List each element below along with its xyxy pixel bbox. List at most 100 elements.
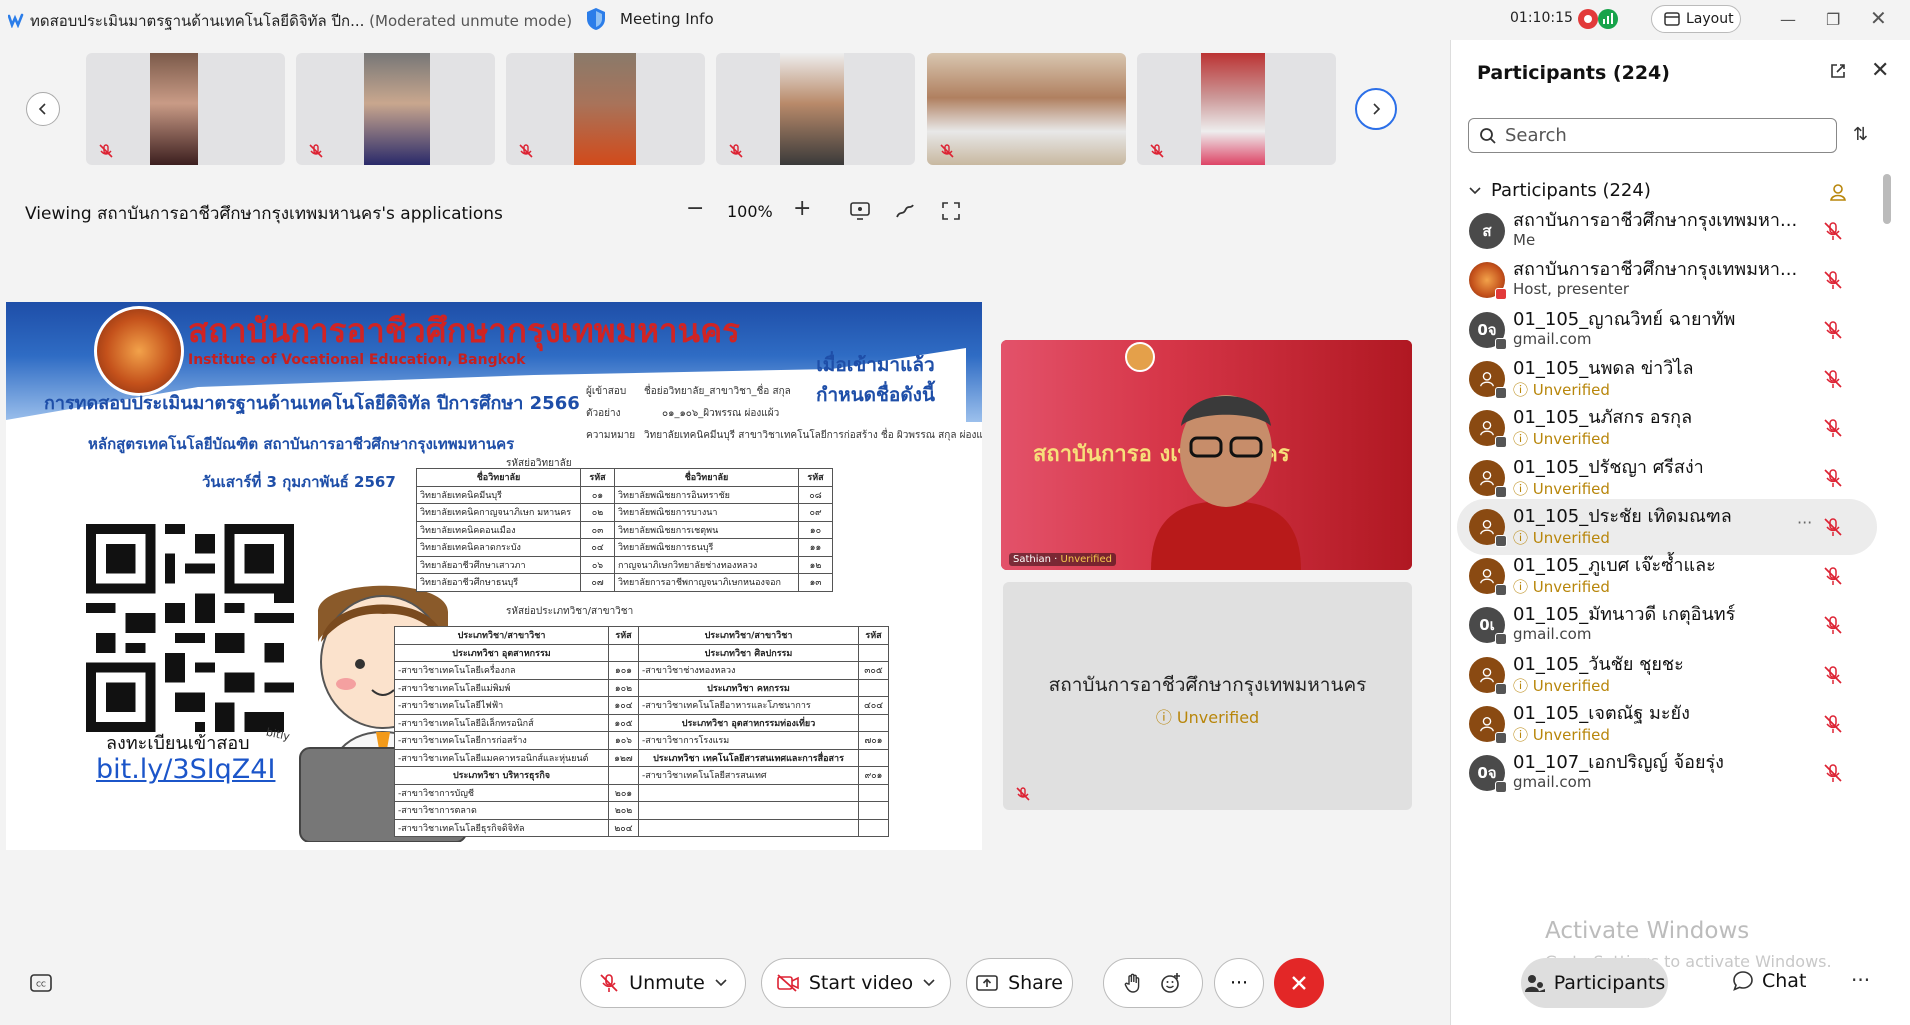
shield-icon[interactable] <box>585 7 607 31</box>
participant-row[interactable]: 0เ 01_105_มัทนาวดี เกตุอินทร์ gmail.com <box>1457 597 1877 653</box>
muted-mic-icon[interactable] <box>1823 665 1843 685</box>
pop-out-icon[interactable] <box>1829 62 1847 80</box>
sort-icon[interactable]: ⇅ <box>1853 124 1868 145</box>
table-cell <box>858 713 889 732</box>
meaning-value: วิทยาลัยเทคนิคมีนบุรี สาขาวิชาเทคโนโลยีก… <box>644 430 982 441</box>
table-row: -สาขาวิชาเทคโนโลยีเครื่องกล ๑๐๑ -สาขาวิชาช… <box>394 661 889 680</box>
participant-subtitle: ⓘ Unverified <box>1513 724 1610 745</box>
table-cell: ๗๐๑ <box>858 731 889 750</box>
participant-row[interactable]: 01_105_ประชัย เทิดมณฑล ⓘ Unverified ··· <box>1457 498 1877 555</box>
participant-row[interactable]: 01_105_ปรัชญา ศรีสง่า ⓘ Unverified <box>1457 450 1877 506</box>
participant-row[interactable]: ส สถาบันการอาชีวศึกษากรุงเทพมหา... Me <box>1457 203 1877 259</box>
zoom-in-button[interactable]: + <box>793 196 811 221</box>
participants-section-header[interactable]: Participants (224) <box>1469 180 1651 201</box>
leave-meeting-button[interactable] <box>1274 958 1324 1008</box>
emoji-reaction-icon[interactable] <box>1160 972 1182 994</box>
major-code-table: ประเภทวิชา/สาขาวิชา รหัส ประเภทวิชา/สาขาวิ… <box>394 626 889 837</box>
register-link[interactable]: bit.ly/3SIqZ4I <box>96 754 275 785</box>
muted-mic-icon[interactable] <box>1823 517 1843 537</box>
presenter-video[interactable]: สถาบันการอ งเทพมหานคร Sathian · Unverifi… <box>1001 340 1412 570</box>
participants-button[interactable]: Participants <box>1521 958 1668 1008</box>
muted-mic-icon[interactable] <box>1823 221 1843 241</box>
tile-status: ⓘ Unverified <box>1003 704 1412 728</box>
participant-row[interactable]: 01_105_นภัสกร อรกุล ⓘ Unverified <box>1457 400 1877 456</box>
network-stats-icon[interactable] <box>1598 9 1618 29</box>
participant-search[interactable] <box>1468 118 1837 153</box>
minimize-icon[interactable]: — <box>1780 10 1796 29</box>
close-window-icon[interactable]: ✕ <box>1870 6 1887 30</box>
participant-thumbnail[interactable] <box>1137 53 1336 165</box>
table-cell: -สาขาวิชาการตลาด <box>394 801 609 820</box>
muted-mic-icon[interactable] <box>1823 615 1843 635</box>
more-menu-icon[interactable]: ··· <box>1851 968 1870 992</box>
restore-icon[interactable]: ❐ <box>1826 10 1840 29</box>
more-options-button[interactable]: ··· <box>1214 958 1264 1008</box>
participant-row[interactable]: สถาบันการอาชีวศึกษากรุงเทพมหา... Host, pr… <box>1457 252 1877 308</box>
unverified-icon: ⓘ <box>1513 528 1533 547</box>
naming-instruction-line2: กำหนดชื่อดังนี้ <box>816 384 935 406</box>
participant-thumbnail[interactable] <box>927 53 1126 165</box>
participant-thumbnail[interactable] <box>296 53 495 165</box>
more-options-icon[interactable]: ··· <box>1797 513 1812 532</box>
prev-page-button[interactable] <box>26 92 60 126</box>
share-button[interactable]: Share <box>966 958 1073 1008</box>
participant-row[interactable]: 0จ 01_105_ญาณวิทย์ ฉายาทัพ gmail.com <box>1457 302 1877 358</box>
search-icon <box>1480 127 1496 144</box>
table-header-cell: ชื่อวิทยาลัย <box>614 468 799 487</box>
muted-mic-icon[interactable] <box>1823 468 1843 488</box>
avatar: 0จ <box>1469 755 1507 794</box>
unmute-button[interactable]: Unmute <box>580 958 746 1008</box>
muted-mic-icon[interactable] <box>1823 320 1843 340</box>
muted-mic-icon[interactable] <box>1823 418 1843 438</box>
participant-row[interactable]: 01_105_ภูเบศ เจ๊ะซ้ำและ ⓘ Unverified <box>1457 548 1877 604</box>
participant-subtitle: ⓘ Unverified <box>1513 576 1610 597</box>
recording-icon[interactable] <box>1578 9 1598 29</box>
table-row: -สาขาวิชาเทคโนโลยีการก่อสร้าง ๑๐๖ -สาขาวิช… <box>394 731 889 750</box>
participant-name: 01_105_วันชัย ชุยชะ <box>1513 653 1684 675</box>
muted-mic-icon[interactable] <box>1823 714 1843 734</box>
annotate-icon[interactable] <box>894 200 916 222</box>
meeting-info-link[interactable]: Meeting Info <box>620 10 714 28</box>
chevron-down-icon[interactable] <box>715 977 727 989</box>
table-cell: ๑๐๖ <box>608 731 639 750</box>
muted-mic-icon[interactable] <box>1823 369 1843 389</box>
muted-mic-icon[interactable] <box>1823 270 1843 290</box>
layout-button[interactable]: Layout <box>1651 5 1741 33</box>
table-cell: ๓๐๕ <box>858 661 889 680</box>
table-cell: ๒๐๑ <box>608 783 639 802</box>
close-panel-icon[interactable]: ✕ <box>1871 58 1889 83</box>
next-page-button[interactable] <box>1355 88 1397 130</box>
start-video-button[interactable]: Start video <box>761 958 951 1008</box>
table-cell: -สาขาวิชาการโรงแรม <box>638 731 859 750</box>
panel-scrollbar[interactable] <box>1883 174 1891 224</box>
table-row: วิทยาลัยเทคนิคลาดกระบัง ๐๔ วิทยาลัยพณิชยกา… <box>416 538 833 557</box>
search-input[interactable] <box>1505 125 1805 146</box>
table-cell: วิทยาลัยเทคนิคดอนเมือง <box>416 520 581 539</box>
table-cell: ๑๐๑ <box>608 661 639 680</box>
muted-mic-icon[interactable] <box>1823 763 1843 783</box>
participant-tile[interactable]: สถาบันการอาชีวศึกษากรุงเทพมหานคร ⓘ Unver… <box>1003 582 1412 810</box>
closed-captions-icon[interactable]: CC <box>30 974 52 992</box>
muted-mic-icon[interactable] <box>1823 566 1843 586</box>
participant-subtitle: Me <box>1513 231 1535 249</box>
participant-thumbnail[interactable] <box>506 53 705 165</box>
host-icon[interactable] <box>1829 183 1847 201</box>
table-cell: วิทยาลัยเทคนิคกาญจนาภิเษก มหานคร <box>416 503 581 522</box>
participant-thumbnail[interactable] <box>86 53 285 165</box>
zoom-out-button[interactable]: − <box>686 196 704 221</box>
table-header-cell: รหัส <box>580 468 615 487</box>
raise-hand-icon[interactable] <box>1124 973 1142 993</box>
participant-row[interactable]: 01_105_นพดล ข่าวิไล ⓘ Unverified <box>1457 351 1877 407</box>
remote-control-icon[interactable] <box>849 200 871 222</box>
participant-name: 01_105_ญาณวิทย์ ฉายาทัพ <box>1513 308 1736 330</box>
presenter-status: Unverified <box>1060 554 1112 565</box>
chevron-down-icon[interactable] <box>923 977 935 989</box>
participant-row[interactable]: 01_105_เจตณัฐ มะยัง ⓘ Unverified <box>1457 696 1877 752</box>
participant-row[interactable]: 0จ 01_107_เอกปริญญ์ จ้อยรุ่ง gmail.com <box>1457 745 1877 801</box>
participant-thumbnail[interactable] <box>716 53 915 165</box>
chat-button[interactable]: Chat <box>1732 970 1806 992</box>
table-cell <box>638 801 859 820</box>
user-icon <box>1478 715 1496 733</box>
fullscreen-icon[interactable] <box>940 200 962 222</box>
participant-row[interactable]: 01_105_วันชัย ชุยชะ ⓘ Unverified <box>1457 647 1877 703</box>
